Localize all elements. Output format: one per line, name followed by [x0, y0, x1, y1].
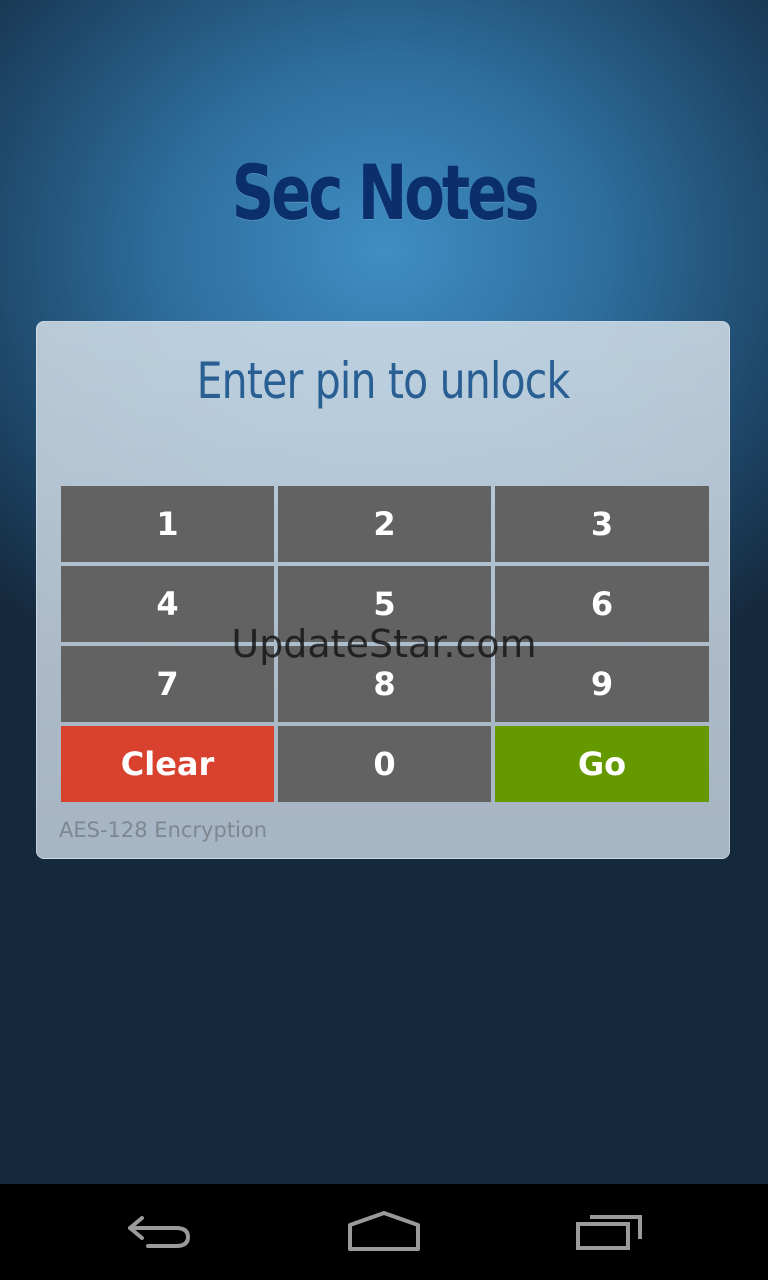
clear-button[interactable]: Clear	[61, 726, 274, 802]
pin-prompt: Enter pin to unlock	[196, 352, 571, 410]
key-8[interactable]: 8	[278, 646, 491, 722]
app-title: Sec Notes	[231, 148, 540, 237]
back-button[interactable]	[110, 1204, 210, 1260]
recents-button[interactable]	[560, 1204, 660, 1260]
key-0[interactable]: 0	[278, 726, 491, 802]
encryption-label: AES-128 Encryption	[59, 818, 268, 842]
pin-keypad: 1 2 3 4 5 6 7 8 9 Clear 0 Go	[61, 486, 709, 802]
key-1[interactable]: 1	[61, 486, 274, 562]
home-icon	[348, 1211, 420, 1251]
back-icon	[128, 1216, 191, 1248]
key-9[interactable]: 9	[495, 646, 709, 722]
go-button[interactable]: Go	[495, 726, 709, 802]
system-navigation-bar	[0, 1184, 768, 1280]
key-6[interactable]: 6	[495, 566, 709, 642]
pin-unlock-card: Enter pin to unlock 1 2 3 4 5 6 7 8 9 Cl…	[36, 321, 730, 859]
home-button[interactable]	[334, 1204, 434, 1260]
key-4[interactable]: 4	[61, 566, 274, 642]
key-3[interactable]: 3	[495, 486, 709, 562]
recents-icon	[576, 1215, 642, 1250]
app-screen: Sec Notes Enter pin to unlock 1 2 3 4 5 …	[0, 0, 768, 1184]
key-7[interactable]: 7	[61, 646, 274, 722]
key-5[interactable]: 5	[278, 566, 491, 642]
key-2[interactable]: 2	[278, 486, 491, 562]
